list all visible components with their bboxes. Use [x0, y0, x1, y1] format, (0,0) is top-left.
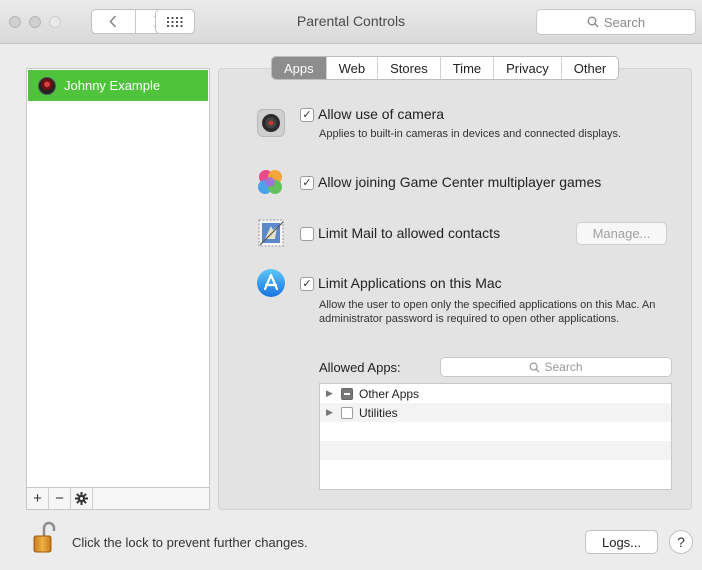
tab-stores[interactable]: Stores [377, 57, 440, 79]
logs-button[interactable]: Logs... [585, 530, 658, 554]
lock-status-text: Click the lock to prevent further change… [72, 535, 308, 550]
disclosure-triangle-icon[interactable]: ▶ [326, 407, 336, 418]
grid-icon [167, 16, 183, 27]
list-item[interactable]: ▶ Utilities [320, 403, 671, 422]
app-store-icon [257, 269, 285, 297]
list-item[interactable]: ▶ Other Apps [320, 384, 671, 403]
user-list[interactable]: Johnny Example [26, 68, 210, 488]
game-center-icon [258, 170, 282, 194]
title-bar: Parental Controls Search [0, 0, 702, 44]
chevron-left-icon [109, 15, 117, 28]
search-placeholder: Search [603, 14, 646, 30]
mail-option-label: Limit Mail to allowed contacts [318, 225, 501, 241]
list-item-label: Utilities [359, 405, 398, 420]
user-list-toolbar: + − [26, 488, 210, 510]
zoom-window-button[interactable] [49, 16, 61, 28]
camera-icon [257, 109, 285, 137]
unlocked-padlock-icon[interactable] [32, 520, 58, 554]
camera-option-label: Allow use of camera [318, 106, 445, 122]
tab-bar: Apps Web Stores Time Privacy Other [271, 56, 620, 80]
gear-icon [75, 492, 88, 505]
search-icon [587, 16, 599, 28]
other-apps-checkbox[interactable] [341, 387, 353, 400]
minimize-window-button[interactable] [29, 16, 41, 28]
allowed-apps-search-field[interactable]: Search [440, 357, 672, 377]
search-icon [529, 362, 541, 373]
show-all-button[interactable] [155, 9, 195, 34]
disclosure-triangle-icon[interactable]: ▶ [326, 388, 336, 399]
mail-stamp-icon [258, 219, 284, 247]
mail-checkbox[interactable] [300, 227, 314, 241]
list-item-label: Other Apps [359, 386, 420, 401]
help-button[interactable]: ? [669, 530, 693, 554]
tab-apps[interactable]: Apps [272, 57, 326, 79]
user-name: Johnny Example [64, 78, 161, 93]
user-actions-button[interactable] [71, 488, 93, 509]
game-center-option-label: Allow joining Game Center multiplayer ga… [318, 174, 602, 190]
close-window-button[interactable] [9, 16, 21, 28]
limit-apps-option-label: Limit Applications on this Mac [318, 275, 502, 291]
search-field[interactable]: Search [536, 9, 696, 35]
avatar [38, 76, 56, 95]
utilities-checkbox[interactable] [341, 406, 353, 419]
user-list-item[interactable]: Johnny Example [28, 70, 208, 101]
game-center-checkbox[interactable]: ✓ [300, 176, 314, 190]
limit-apps-checkbox[interactable]: ✓ [300, 277, 314, 291]
manage-contacts-button[interactable]: Manage... [576, 222, 667, 245]
tab-web[interactable]: Web [325, 57, 378, 79]
add-user-button[interactable]: + [27, 488, 49, 509]
allowed-apps-search-placeholder: Search [544, 360, 583, 374]
tab-other[interactable]: Other [560, 57, 619, 79]
back-button[interactable] [92, 10, 135, 33]
remove-user-button[interactable]: − [49, 488, 71, 509]
empty-row [320, 422, 671, 441]
tab-time[interactable]: Time [439, 57, 493, 79]
empty-row [320, 441, 671, 460]
camera-option-description: Applies to built-in cameras in devices a… [319, 128, 622, 140]
allowed-apps-label: Allowed Apps: [319, 360, 401, 375]
allowed-apps-list[interactable]: ▶ Other Apps ▶ Utilities [319, 383, 672, 490]
empty-row [320, 460, 671, 479]
tab-privacy[interactable]: Privacy [493, 57, 561, 79]
camera-checkbox[interactable]: ✓ [300, 108, 314, 122]
limit-apps-option-description: Allow the user to open only the specifie… [319, 299, 656, 325]
